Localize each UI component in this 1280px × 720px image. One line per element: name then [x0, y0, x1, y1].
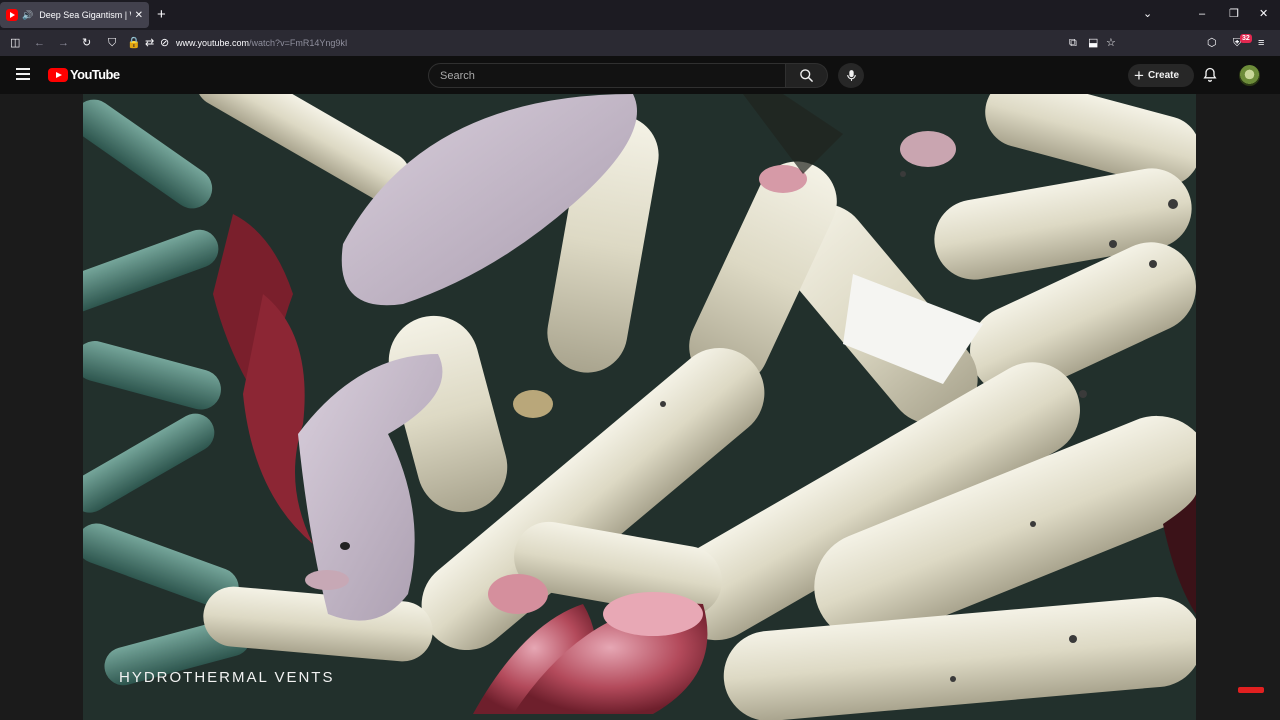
microphone-icon [846, 70, 856, 81]
permissions-icon[interactable]: ⇄ [145, 36, 154, 50]
minimize-icon[interactable]: – [1199, 7, 1205, 21]
video-caption: HYDROTHERMAL VENTS [119, 669, 335, 686]
guide-menu-icon[interactable] [16, 68, 30, 80]
extensions-icon[interactable]: ⬡ [1207, 36, 1217, 50]
speaker-icon[interactable]: 🔊 [22, 10, 33, 21]
youtube-play-icon [48, 67, 68, 82]
app-menu-icon[interactable]: ≡ [1258, 36, 1264, 50]
search-icon [800, 69, 813, 82]
youtube-header: YouTube + Create [0, 56, 1280, 94]
tab-list-chevron-icon[interactable]: ⌄ [1143, 7, 1152, 21]
video-player[interactable]: HYDROTHERMAL VENTS [83, 94, 1196, 720]
youtube-logo-text: YouTube [70, 67, 120, 82]
voice-search-button[interactable] [838, 63, 864, 88]
forward-arrow-icon[interactable]: → [58, 36, 69, 50]
search-box [428, 63, 786, 88]
create-button[interactable]: + Create [1128, 64, 1194, 87]
sidebar-toggle-icon[interactable]: ◫ [10, 36, 20, 50]
youtube-logo[interactable]: YouTube [48, 67, 120, 82]
video-frame-image [83, 94, 1196, 720]
close-tab-icon[interactable]: ✕ [135, 10, 143, 21]
create-button-label: Create [1147, 70, 1180, 81]
shield-icon[interactable]: ⛉ [108, 36, 116, 50]
browser-tab-strip: 🔊 Deep Sea Gigantism | Why ✕ + ⌄ – ❐ ✕ [0, 0, 1280, 30]
notifications-bell-icon[interactable] [1202, 66, 1218, 83]
tab-title: Deep Sea Gigantism | Why [39, 10, 130, 20]
url-path: /watch?v=FmR14Yng9kI [249, 38, 348, 48]
bookmark-star-icon[interactable]: ☆ [1106, 36, 1116, 50]
youtube-favicon-icon [6, 9, 18, 21]
lock-icon[interactable]: 🔒 [127, 36, 141, 50]
url-host: www.youtube.com [176, 38, 250, 48]
browser-tab-active[interactable]: 🔊 Deep Sea Gigantism | Why ✕ [0, 2, 149, 28]
search-input[interactable] [429, 64, 785, 87]
plus-icon: + [1134, 66, 1144, 85]
save-to-pocket-icon[interactable]: ⬓ [1088, 36, 1098, 50]
video-stage: HYDROTHERMAL VENTS [0, 94, 1280, 720]
back-arrow-icon[interactable]: ← [34, 36, 45, 50]
picture-in-picture-icon[interactable]: ⧉ [1069, 36, 1077, 50]
url-bar[interactable]: www.youtube.com/watch?v=FmR14Yng9kI [176, 37, 347, 49]
new-tab-button[interactable]: + [157, 7, 166, 22]
avatar[interactable] [1239, 65, 1260, 86]
close-window-icon[interactable]: ✕ [1259, 7, 1268, 21]
extension-count-badge: 32 [1240, 34, 1252, 43]
restore-icon[interactable]: ❐ [1229, 7, 1239, 21]
search-button[interactable] [786, 63, 828, 88]
tracking-blocked-icon[interactable]: ⊘ [160, 36, 169, 50]
browser-nav-bar: ◫ ← → ↻ ⛉ 🔒 ⇄ ⊘ www.youtube.com/watch?v=… [0, 30, 1280, 56]
reload-icon[interactable]: ↻ [82, 36, 91, 50]
subscribe-watermark-icon[interactable] [1238, 687, 1264, 693]
